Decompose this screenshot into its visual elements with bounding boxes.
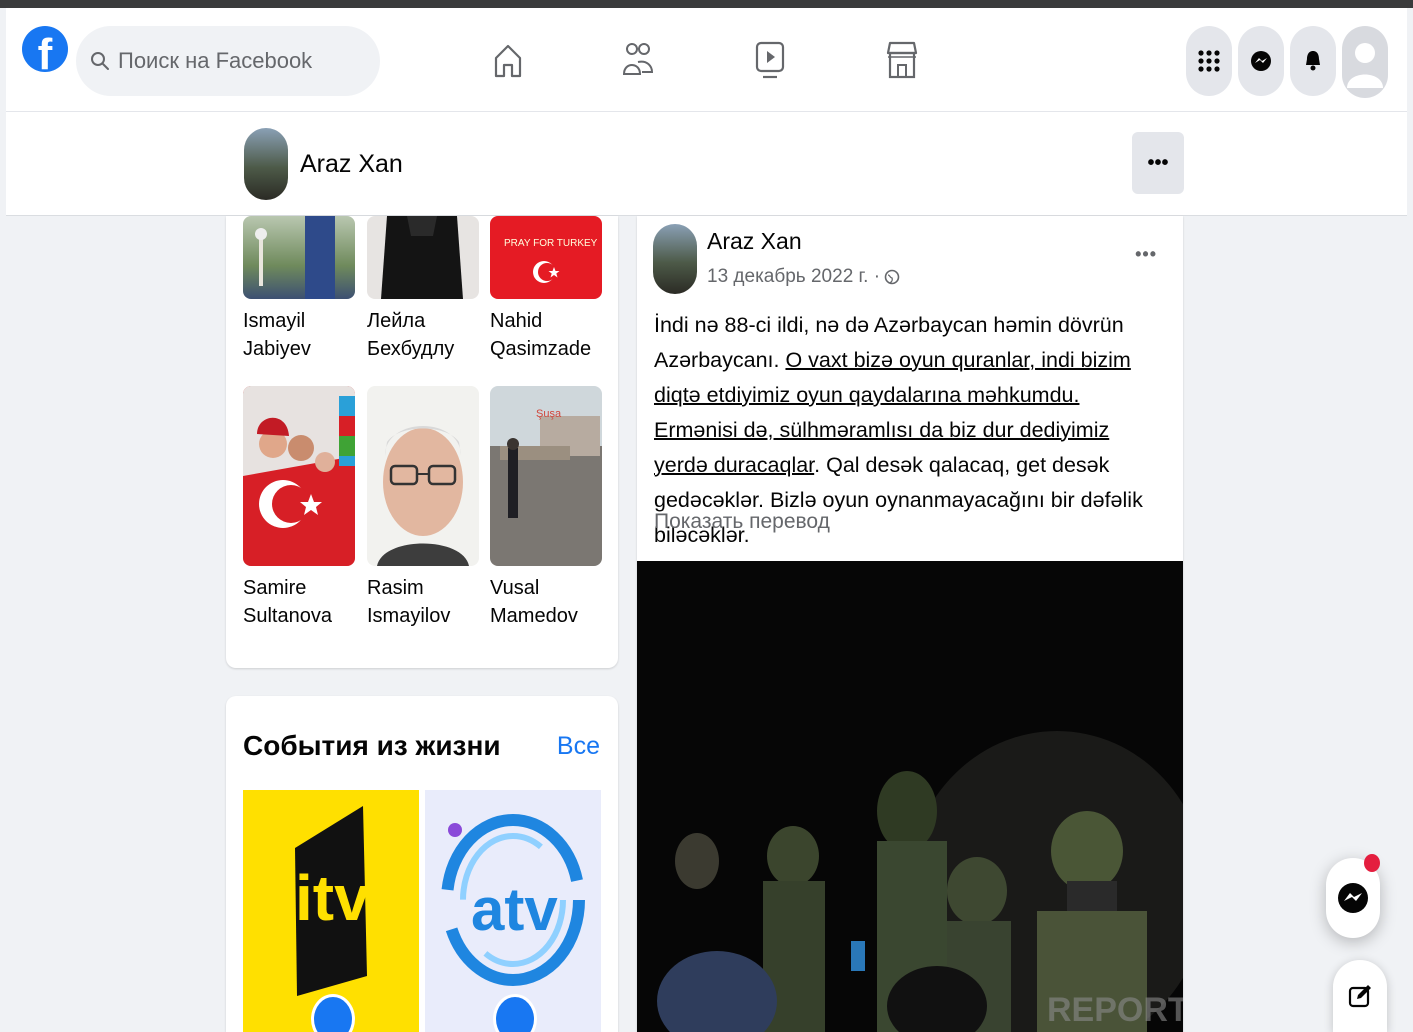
menu-grid-icon[interactable] bbox=[1186, 26, 1232, 96]
post-author-avatar[interactable] bbox=[653, 224, 697, 294]
friend-photo[interactable] bbox=[367, 216, 479, 299]
post-timestamp[interactable]: 13 декабрь 2022 г. · bbox=[707, 266, 900, 288]
friend-photo[interactable] bbox=[243, 386, 355, 566]
friend-name[interactable]: Rasim Ismayilov bbox=[367, 574, 479, 630]
compose-icon bbox=[1348, 985, 1371, 1008]
more-options-button[interactable]: ••• bbox=[1132, 132, 1184, 194]
post-more-button[interactable]: ••• bbox=[1135, 244, 1157, 265]
marketplace-icon[interactable] bbox=[884, 38, 920, 82]
facebook-logo-icon[interactable]: f bbox=[22, 26, 68, 72]
friend-photo-caption: Şuşa bbox=[536, 408, 562, 420]
see-all-link[interactable]: Все bbox=[557, 732, 600, 761]
friend-name[interactable]: Nahid Qasimzade bbox=[490, 307, 602, 363]
profile-avatar[interactable] bbox=[244, 128, 288, 200]
account-avatar[interactable] bbox=[1342, 26, 1388, 98]
atv-logo-text: atv bbox=[471, 876, 558, 943]
friend-name[interactable]: Vusal Mamedov bbox=[490, 574, 602, 630]
new-message-button[interactable] bbox=[1333, 960, 1387, 1032]
messenger-icon bbox=[1338, 883, 1368, 913]
window-top-border bbox=[0, 0, 1413, 8]
friend-name[interactable]: Samire Sultanova bbox=[243, 574, 355, 630]
post-card: Araz Xan 13 декабрь 2022 г. · ••• İndi n… bbox=[637, 216, 1183, 1032]
friend-item[interactable]: Samire Sultanova bbox=[243, 386, 355, 630]
show-translation-link[interactable]: Показать перевод bbox=[654, 510, 830, 534]
friend-item[interactable]: Лейла Бехбудлу bbox=[367, 216, 479, 363]
life-event-tile[interactable]: itv bbox=[243, 790, 419, 1032]
video-watermark: REPORT bbox=[1047, 991, 1183, 1029]
friend-photo[interactable] bbox=[367, 386, 479, 566]
search-box[interactable] bbox=[76, 26, 380, 96]
bell-icon[interactable] bbox=[1290, 26, 1336, 96]
friend-photo[interactable] bbox=[243, 216, 355, 299]
friend-name[interactable]: Лейла Бехбудлу bbox=[367, 307, 479, 363]
notification-dot bbox=[1364, 854, 1380, 872]
friends-icon[interactable] bbox=[620, 38, 656, 82]
life-events-title: События из жизни bbox=[243, 730, 501, 761]
friend-item[interactable]: Ismayil Jabiyev bbox=[243, 216, 355, 363]
profile-sticky-header: Araz Xan ••• bbox=[6, 112, 1407, 216]
friend-photo[interactable]: Şuşa bbox=[490, 386, 602, 566]
friend-item[interactable]: PRAY FOR TURKEY Nahid Qasimzade bbox=[490, 216, 602, 363]
top-navigation-bar: f bbox=[6, 8, 1407, 112]
messenger-icon[interactable] bbox=[1238, 26, 1284, 96]
home-icon[interactable] bbox=[490, 38, 526, 82]
watch-icon[interactable] bbox=[752, 38, 788, 82]
itv-logo-text: itv bbox=[295, 862, 370, 934]
profile-name[interactable]: Araz Xan bbox=[300, 150, 403, 179]
globe-icon bbox=[884, 269, 900, 285]
post-video[interactable]: REPORT bbox=[637, 561, 1183, 1032]
friends-card: Ismayil Jabiyev Лейла Бехбудлу PRAY FOR … bbox=[226, 216, 618, 668]
search-input[interactable] bbox=[118, 48, 358, 74]
friend-item[interactable]: Şuşa Vusal Mamedov bbox=[490, 386, 602, 630]
post-author-name[interactable]: Araz Xan bbox=[707, 228, 802, 255]
friend-photo[interactable]: PRAY FOR TURKEY bbox=[490, 216, 602, 299]
friend-item[interactable]: Rasim Ismayilov bbox=[367, 386, 479, 630]
search-icon bbox=[91, 52, 109, 70]
friend-photo-caption: PRAY FOR TURKEY bbox=[504, 238, 598, 249]
life-events-card: События из жизни Все itv atv bbox=[226, 696, 618, 1032]
life-event-tile[interactable]: atv bbox=[425, 790, 601, 1032]
post-date-text[interactable]: 13 декабрь 2022 г. · bbox=[707, 266, 880, 288]
friend-name[interactable]: Ismayil Jabiyev bbox=[243, 307, 355, 363]
